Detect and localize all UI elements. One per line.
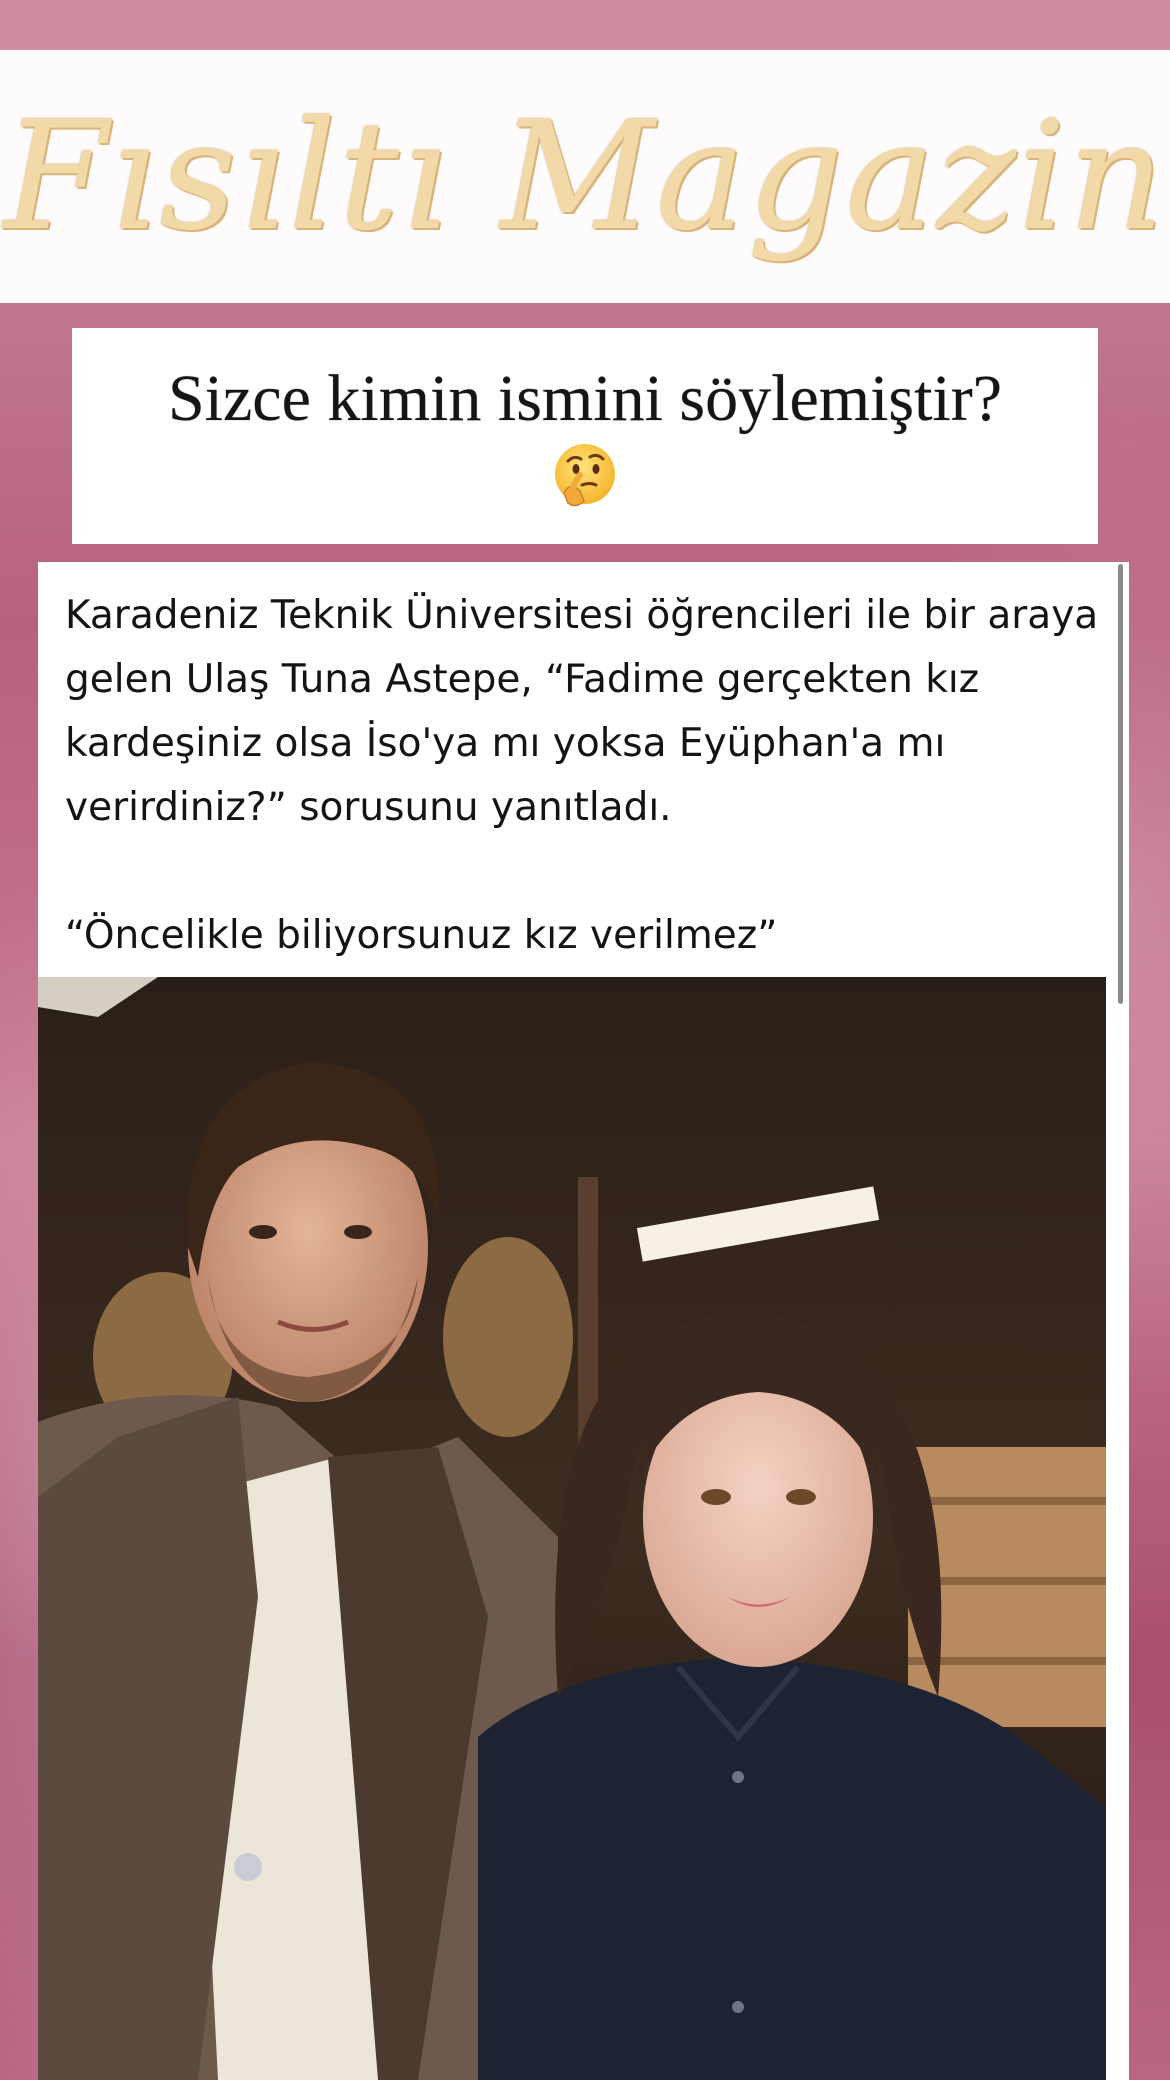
scrollbar[interactable] [1118, 564, 1123, 1004]
post-text: Karadeniz Teknik Üniversitesi öğrenciler… [65, 593, 1099, 958]
post-photo[interactable] [38, 977, 1106, 2080]
headline-box: Sizce kimin ismini söylemiştir? [72, 328, 1098, 544]
post-card: Karadeniz Teknik Üniversitesi öğrenciler… [38, 562, 1129, 2080]
logo-banner: Fısıltı Magazin [0, 50, 1170, 303]
headline-text: Sizce kimin ismini söylemiştir? [167, 362, 1003, 435]
logo-text: Fısıltı Magazin [3, 89, 1167, 264]
top-strip [0, 0, 1170, 50]
thinking-face-icon [555, 444, 615, 507]
